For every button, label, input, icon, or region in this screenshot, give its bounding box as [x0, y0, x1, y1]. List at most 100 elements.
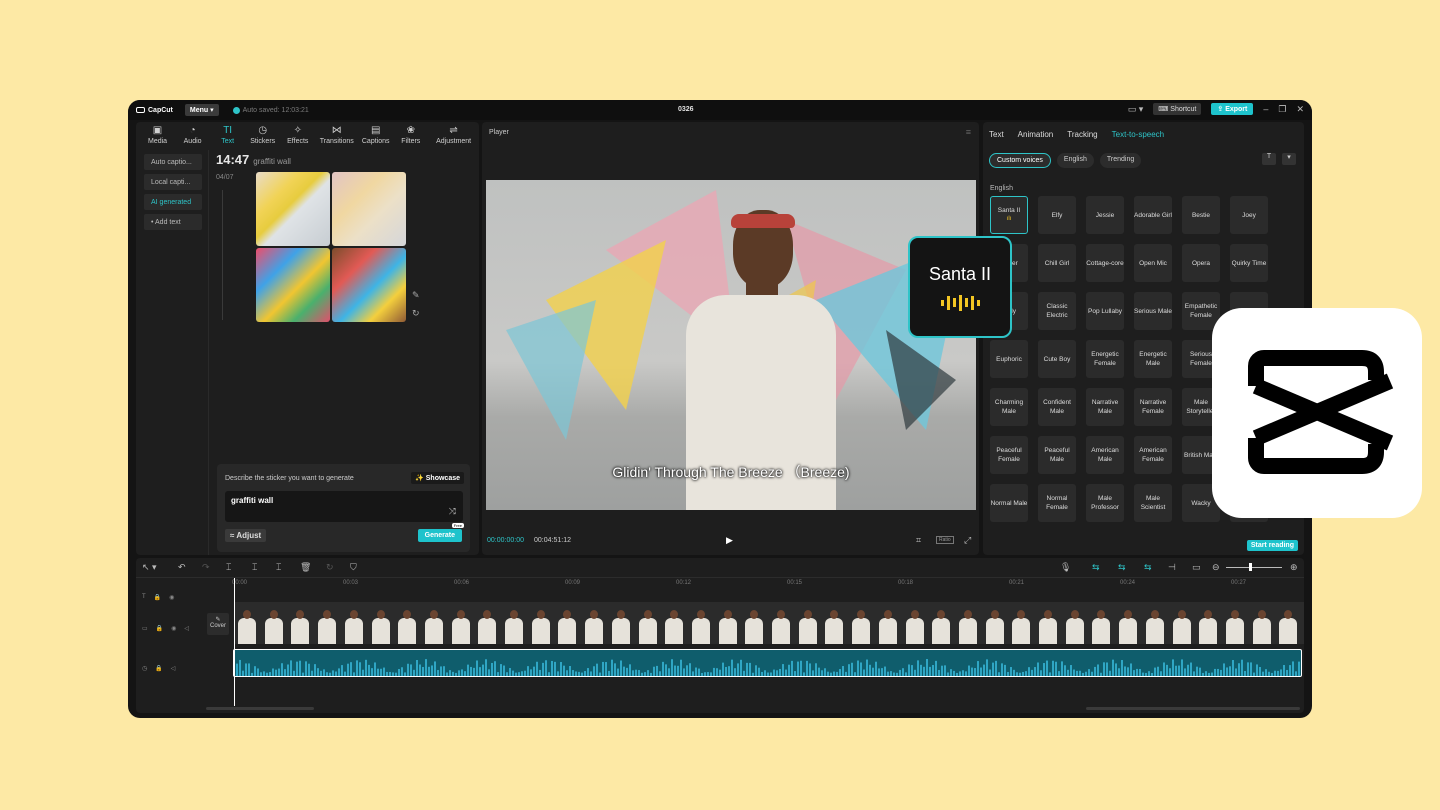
voice-card[interactable]: Pop Lullaby — [1086, 292, 1124, 330]
voice-card[interactable]: Classic Electric — [1038, 292, 1076, 330]
voice-card[interactable]: Normal Female — [1038, 484, 1076, 522]
voice-card[interactable]: Narrative Female — [1134, 388, 1172, 426]
volume-icon[interactable]: ◁ — [171, 665, 176, 672]
lock-icon[interactable]: 🔒 — [155, 665, 162, 672]
lock-icon[interactable]: 🔒 — [156, 625, 163, 632]
voice-card[interactable]: Confident Male — [1038, 388, 1076, 426]
close-icon[interactable]: ✕ — [1296, 104, 1304, 115]
redo-icon[interactable]: ↷ — [202, 562, 210, 573]
voice-card[interactable]: American Male — [1086, 436, 1124, 474]
voice-card[interactable]: Chill Girl — [1038, 244, 1076, 282]
tab-text-to-speech[interactable]: Text-to-speech — [1112, 130, 1164, 139]
voice-card[interactable]: Energetic Male — [1134, 340, 1172, 378]
split-right-icon[interactable]: ⌶ — [276, 562, 281, 573]
reverse-icon[interactable]: ↻ — [326, 562, 334, 573]
layout-icon[interactable]: ▭ ▾ — [1128, 104, 1144, 115]
sticker-prompt-input[interactable]: graffiti wall — [225, 491, 463, 522]
voice-card[interactable]: Joey — [1230, 196, 1268, 234]
voice-card[interactable]: Adorable Girl — [1134, 196, 1172, 234]
tab-adjustment[interactable]: ⇌ Adjustment — [428, 122, 479, 148]
voice-card[interactable]: Bestie — [1182, 196, 1220, 234]
start-reading-button[interactable]: Start reading — [1246, 540, 1298, 551]
subnav-add-text[interactable]: • Add text — [144, 214, 202, 230]
zoom-out-icon[interactable]: ⊖ — [1212, 562, 1220, 573]
voice-card[interactable]: Peaceful Female — [990, 436, 1028, 474]
zoom-slider[interactable] — [1226, 567, 1282, 568]
adjust-button[interactable]: ≈ Adjust — [225, 529, 267, 542]
voice-card[interactable]: Cottage-core — [1086, 244, 1124, 282]
export-button[interactable]: ⇪ Export — [1211, 103, 1254, 115]
subnav-auto-captions[interactable]: Auto captio... — [144, 154, 202, 170]
play-icon[interactable]: ▶ — [726, 535, 733, 546]
edit-icon[interactable]: ✎ — [412, 290, 420, 301]
select-tool-icon[interactable]: ↖ ▾ — [142, 562, 157, 573]
fullscreen-icon[interactable]: ⤢ — [964, 535, 971, 546]
voice-card[interactable]: Energetic Female — [1086, 340, 1124, 378]
preview-axis-icon[interactable]: ⊣ — [1168, 562, 1176, 573]
mute-icon[interactable]: ◁ — [184, 625, 189, 632]
eye-icon[interactable]: ◉ — [169, 594, 174, 601]
subnav-local-captions[interactable]: Local capti... — [144, 174, 202, 190]
filter-trending[interactable]: Trending — [1099, 153, 1142, 168]
subnav-ai-generated[interactable]: AI generated — [144, 194, 202, 210]
voice-card[interactable]: Santa II ılı — [990, 196, 1028, 234]
delete-icon[interactable]: 🗑 — [300, 562, 311, 573]
voice-card[interactable]: Normal Male — [990, 484, 1028, 522]
sticker-thumbnail[interactable] — [256, 248, 330, 322]
horizontal-scrollbar[interactable] — [206, 707, 314, 710]
split-left-icon[interactable]: ⌶ — [252, 562, 257, 573]
showcase-button[interactable]: ✨ Showcase — [411, 472, 464, 484]
playhead[interactable] — [234, 578, 235, 706]
regenerate-icon[interactable]: ↻ — [412, 308, 420, 319]
linkage-icon[interactable]: ⇆ — [1144, 562, 1152, 573]
zoom-in-icon[interactable]: ⊕ — [1290, 562, 1298, 573]
undo-icon[interactable]: ↶ — [178, 562, 186, 573]
voice-card[interactable]: Male Scientist — [1134, 484, 1172, 522]
microphone-icon[interactable]: 🎙 — [1060, 562, 1071, 573]
subtitle-icon[interactable]: ▭ — [1192, 562, 1201, 573]
tab-tracking[interactable]: Tracking — [1067, 130, 1097, 139]
tab-transitions[interactable]: ⋈ Transitions — [315, 122, 358, 148]
sticker-thumbnail[interactable] — [332, 172, 406, 246]
filter-custom-voices[interactable]: Custom voices — [989, 153, 1051, 168]
generate-button[interactable]: Generate — [417, 529, 462, 542]
tab-effects[interactable]: ✧ Effects — [280, 122, 315, 148]
split-icon[interactable]: ⌶ — [226, 562, 231, 573]
tab-captions[interactable]: ▤ Captions — [358, 122, 393, 148]
shortcut-button[interactable]: ⌨ Shortcut — [1153, 103, 1202, 115]
tab-stickers[interactable]: ◷ Stickers — [245, 122, 280, 148]
tab-audio[interactable]: ◔ Audio — [175, 122, 210, 148]
voice-card[interactable]: Male Professor — [1086, 484, 1124, 522]
voice-card[interactable]: Euphoric — [990, 340, 1028, 378]
link-main-track-icon[interactable]: ⇆ — [1092, 562, 1100, 573]
minimize-icon[interactable]: – — [1263, 104, 1268, 114]
eye-icon[interactable]: ◉ — [171, 625, 176, 632]
player-menu-icon[interactable]: ≡ — [966, 127, 971, 137]
voice-card[interactable]: Serious Male — [1134, 292, 1172, 330]
magnet-icon[interactable]: ⇆ — [1118, 562, 1126, 573]
voice-card[interactable]: Narrative Male — [1086, 388, 1124, 426]
voice-card[interactable]: Elfy — [1038, 196, 1076, 234]
project-title[interactable]: 0326 — [678, 106, 694, 113]
voice-card[interactable]: Jessie — [1086, 196, 1124, 234]
dropdown-icon[interactable]: ▾ — [1282, 153, 1296, 165]
voice-card[interactable]: Opera — [1182, 244, 1220, 282]
filter-english[interactable]: English — [1056, 153, 1094, 168]
restore-icon[interactable]: ❐ — [1278, 104, 1286, 115]
video-subtitle[interactable]: Glidin' Through The Breeze （Breeze) — [486, 462, 976, 482]
voice-card[interactable]: Open Mic — [1134, 244, 1172, 282]
text-filter-icon[interactable]: T — [1262, 153, 1276, 165]
tab-text[interactable]: TI Text — [210, 122, 245, 148]
voice-card[interactable]: American Female — [1134, 436, 1172, 474]
video-preview[interactable]: Glidin' Through The Breeze （Breeze) — [486, 180, 976, 510]
horizontal-scrollbar-right[interactable] — [1086, 707, 1300, 710]
shuffle-icon[interactable]: ⤨ — [449, 506, 456, 517]
voice-card[interactable]: Peaceful Male — [1038, 436, 1076, 474]
cover-button[interactable]: ✎ Cover — [207, 613, 229, 635]
video-clip[interactable] — [234, 602, 1304, 644]
tab-text[interactable]: Text — [989, 130, 1004, 139]
snapshot-icon[interactable]: ⌗ — [916, 535, 921, 546]
sticker-thumbnail[interactable] — [256, 172, 330, 246]
shield-icon[interactable]: ⛉ — [350, 562, 357, 573]
sticker-thumbnail[interactable] — [332, 248, 406, 322]
